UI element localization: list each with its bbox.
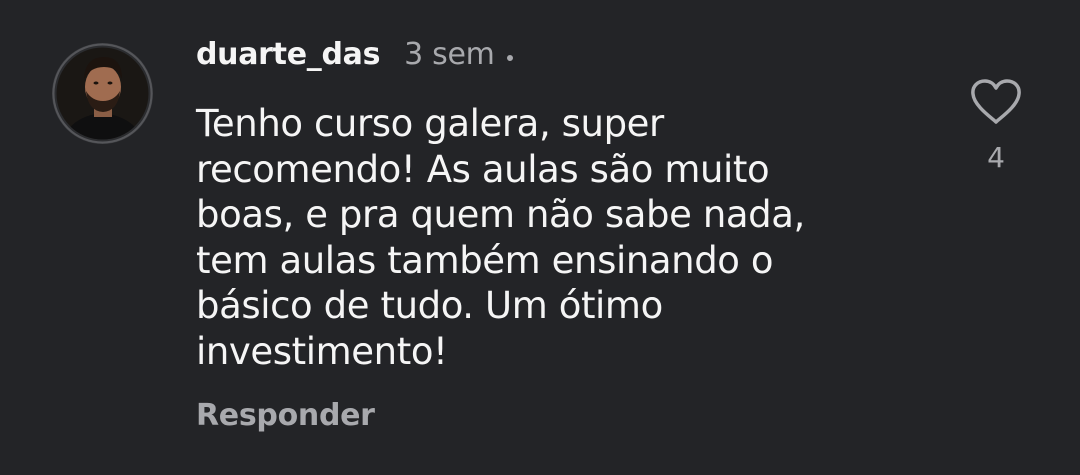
comment-header: duarte_das 3 sem (196, 32, 513, 76)
reply-button[interactable]: Responder (196, 398, 375, 433)
user-avatar-image (52, 43, 153, 144)
heart-outline-icon (971, 79, 1021, 124)
comment-text-line: boas, e pra quem não sabe nada, (196, 193, 805, 236)
comment-text: Tenho curso galera, super recomendo! As … (196, 101, 916, 374)
separator-dot (506, 55, 513, 61)
like-button[interactable] (968, 78, 1024, 126)
comment-text-line: básico de tudo. Um ótimo (196, 284, 663, 327)
like-count: 4 (987, 141, 1005, 174)
comment-item: duarte_das 3 sem Tenho curso galera, sup… (0, 0, 1080, 475)
comment-text-line: recomendo! As aulas são muito (196, 147, 770, 191)
comment-text-line: investimento! (196, 329, 448, 373)
avatar[interactable] (52, 43, 153, 144)
comment-text-line: Tenho curso galera, super (196, 102, 664, 145)
comment-text-line: tem aulas também ensinando o (196, 238, 774, 282)
username[interactable]: duarte_das (196, 37, 380, 72)
comment-timestamp: 3 sem (404, 36, 495, 72)
